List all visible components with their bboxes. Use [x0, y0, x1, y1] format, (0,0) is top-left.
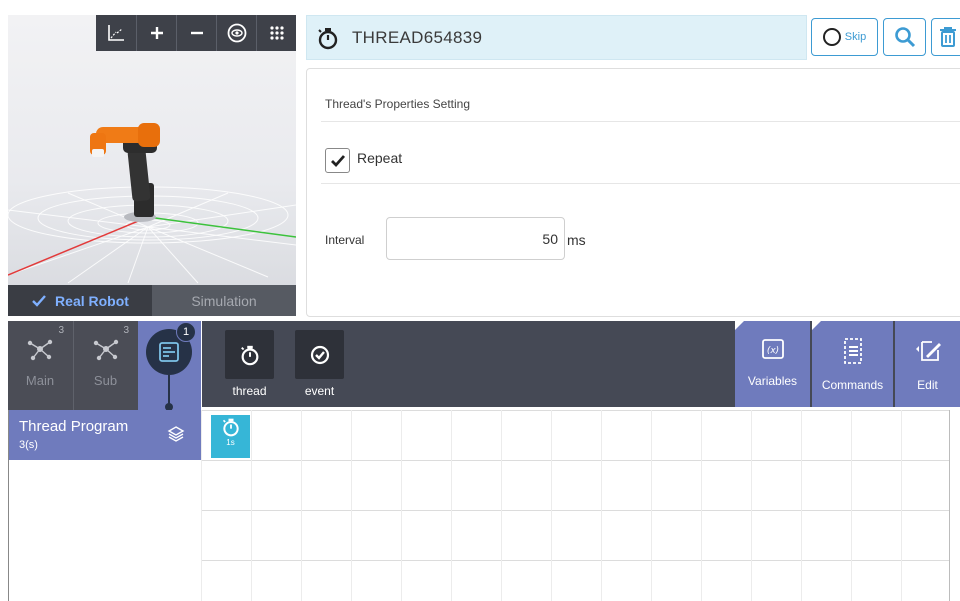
tab-main[interactable]: 3 Main	[8, 321, 72, 410]
commands-label: Commands	[821, 378, 884, 392]
properties-section-title: Thread's Properties Setting	[325, 97, 471, 111]
svg-text:(x): (x)	[766, 346, 778, 356]
thread-node[interactable]: 1s	[211, 415, 250, 458]
skip-circle-icon	[822, 28, 841, 46]
search-icon	[894, 27, 915, 48]
event-command-label: event	[304, 384, 335, 398]
divider	[321, 121, 960, 122]
thread-program-name: Thread Program	[19, 418, 129, 435]
stopwatch-icon	[240, 345, 258, 365]
program-grid-canvas[interactable]	[201, 410, 950, 601]
interval-unit: ms	[567, 232, 586, 248]
thread-header: THREAD654839	[306, 15, 807, 60]
real-robot-mode-button[interactable]: Real Robot	[8, 285, 152, 316]
zoom-out-icon[interactable]	[176, 15, 216, 51]
viewport-toolbar	[96, 15, 296, 51]
program-tabs: 3 Main 3 Sub 1	[8, 321, 201, 411]
network-icon	[93, 339, 118, 361]
check-icon	[32, 294, 46, 307]
variables-label: Variables	[747, 374, 798, 388]
tab-main-label: Main	[25, 373, 55, 388]
repeat-checkbox[interactable]	[325, 148, 350, 173]
tab-sub[interactable]: 3 Sub	[73, 321, 137, 410]
layers-icon[interactable]	[167, 425, 185, 443]
interval-input[interactable]	[386, 217, 565, 260]
thread-properties-panel: Thread's Properties Setting Repeat Inter…	[306, 68, 960, 317]
command-list-icon	[843, 338, 862, 364]
thread-command-button[interactable]	[225, 330, 274, 379]
variables-button[interactable]: (x) Variables	[735, 321, 810, 407]
robot-3d-viewport[interactable]: Real Robot Simulation	[8, 15, 296, 316]
event-check-icon	[310, 345, 329, 364]
trash-icon	[940, 27, 956, 47]
eye-icon[interactable]	[216, 15, 256, 51]
skip-button[interactable]: Skip	[811, 18, 878, 56]
network-icon	[27, 339, 53, 361]
zoom-in-icon[interactable]	[136, 15, 176, 51]
grid-dots-icon[interactable]	[256, 15, 296, 51]
real-robot-label: Real Robot	[55, 292, 129, 309]
search-button[interactable]	[883, 18, 926, 56]
edit-label: Edit	[917, 378, 938, 392]
simulation-mode-button[interactable]: Simulation	[152, 285, 296, 316]
command-toolbar: thread event (x) Variables Commands Edit	[202, 321, 960, 407]
tab-sub-label: Sub	[93, 373, 118, 388]
thread-program-item[interactable]: Thread Program 3(s)	[9, 410, 202, 460]
thread-title[interactable]: THREAD654839	[352, 28, 482, 48]
stopwatch-icon	[318, 27, 338, 49]
viewport-mode-switch: Real Robot Simulation	[8, 285, 296, 316]
main-count: 3	[58, 325, 64, 336]
edit-button[interactable]: Edit	[895, 321, 960, 407]
thread-program-count: 3(s)	[19, 439, 38, 451]
corner-marker	[812, 321, 821, 330]
event-command-button[interactable]	[295, 330, 344, 379]
thread-command-label: thread	[232, 384, 267, 398]
check-icon	[330, 154, 345, 167]
skip-label: Skip	[844, 31, 867, 43]
commands-button[interactable]: Commands	[812, 321, 893, 407]
variables-icon: (x)	[761, 339, 784, 359]
thread-node-time: 1s	[226, 438, 235, 447]
robot-scene	[8, 123, 296, 284]
repeat-label: Repeat	[357, 150, 403, 166]
simulation-label: Simulation	[191, 292, 257, 309]
stopwatch-icon	[222, 418, 239, 437]
edit-icon	[915, 341, 941, 361]
sub-count: 3	[123, 325, 129, 336]
corner-marker	[735, 321, 744, 330]
thread-count-badge: 1	[176, 322, 196, 342]
axes-icon[interactable]	[96, 15, 136, 51]
thread-program-list: Thread Program 3(s)	[8, 410, 202, 601]
delete-button[interactable]	[931, 18, 960, 56]
divider	[321, 183, 960, 184]
tab-thread[interactable]: 1	[138, 321, 201, 411]
interval-label: Interval	[325, 233, 365, 247]
